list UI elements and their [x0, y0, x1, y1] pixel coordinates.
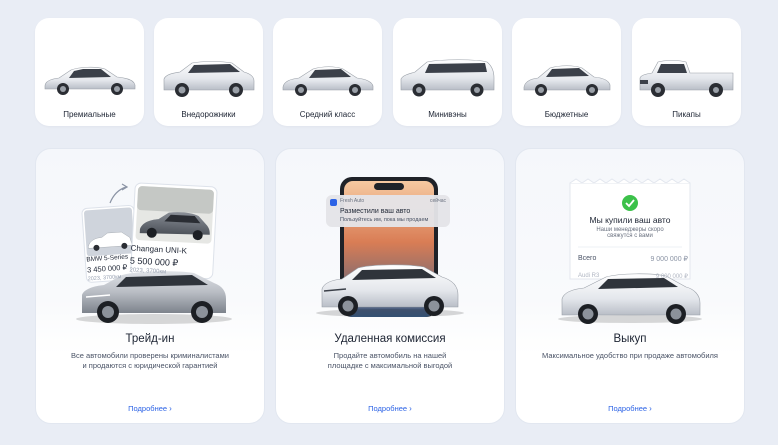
notification-time: сейчас: [430, 198, 446, 204]
pickup-truck-icon: [639, 60, 734, 97]
category-minivan[interactable]: Минивэны: [393, 18, 502, 126]
description-line: и продаются с юридической гарантией: [82, 361, 218, 370]
description-line: Максимальное удобство при продаже автомо…: [542, 351, 718, 360]
receipt: Мы купили ваш авто Наши менеджеры скоро …: [570, 215, 690, 239]
receipt-item-row: Audi R3 9 000 000 ₽: [578, 273, 688, 280]
category-label: Внедорожники: [181, 110, 236, 119]
category-label: Бюджетные: [544, 110, 589, 119]
service-card-remote-commission[interactable]: Fresh Auto сейчас Разместили ваш авто По…: [275, 148, 505, 424]
category-pickup[interactable]: Пикапы: [632, 18, 741, 126]
suv-car-icon: [163, 61, 255, 97]
receipt-subtitle: свяжутся с вами: [607, 233, 653, 239]
service-description: Все автомобили проверены криминалистами …: [56, 351, 244, 371]
category-midsize[interactable]: Средний класс: [273, 18, 382, 126]
category-premium[interactable]: Премиальные: [35, 18, 144, 126]
category-grid: Премиальные Внедорожники Средний класс М…: [35, 18, 741, 126]
category-label: Пикапы: [672, 110, 701, 119]
more-link-label: Подробнее: [128, 404, 168, 413]
notification-title: Разместили ваш авто: [340, 208, 411, 215]
notification-app: Fresh Auto: [340, 198, 365, 204]
chevron-right-icon: ›: [649, 404, 652, 413]
hero-car-white-suv: [316, 264, 464, 317]
more-link[interactable]: Подробнее ›: [516, 404, 744, 413]
receipt-total-value: 9 000 000 ₽: [650, 256, 688, 263]
listing-card-back-text: BMW 5-Series 3 450 000 ₽ 2023, 3700км: [86, 254, 130, 283]
listing-card-front-text: Changan UNI-K 5 500 000 ₽ 2023, 3700км: [129, 244, 187, 277]
receipt-item-value: 9 000 000 ₽: [655, 274, 688, 280]
hero-car-white-crossover: [558, 273, 702, 324]
check-circle-icon: [622, 195, 638, 211]
more-link[interactable]: Подробнее ›: [276, 404, 504, 413]
description-line: площадке с максимальной выгодой: [327, 361, 453, 370]
service-card-trade-in[interactable]: BMW 5-Series 3 450 000 ₽ 2023, 3700км Ch…: [35, 148, 265, 424]
more-link-label: Подробнее: [368, 404, 408, 413]
remote-commission-illustration: [316, 177, 464, 317]
notification[interactable]: Fresh Auto сейчас Разместили ваш авто По…: [340, 198, 456, 223]
midsize-sedan-icon: [282, 66, 374, 96]
category-suv[interactable]: Внедорожники: [154, 18, 263, 126]
service-title: Трейд-ин: [125, 333, 175, 345]
service-title: Удаленная комиссия: [334, 333, 446, 345]
description-line: Продайте автомобиль на нашей: [333, 351, 447, 360]
budget-sedan-icon: [523, 65, 611, 96]
category-label: Средний класс: [299, 110, 356, 119]
listing-price: 3 450 000 ₽: [86, 262, 128, 275]
category-label: Минивэны: [428, 110, 467, 119]
more-link-label: Подробнее: [608, 404, 648, 413]
chevron-right-icon: ›: [169, 404, 172, 413]
category-budget[interactable]: Бюджетные: [512, 18, 621, 126]
sedan-car-icon: [44, 66, 136, 95]
service-card-buyout[interactable]: Мы купили ваш авто Наши менеджеры скоро …: [515, 148, 745, 424]
chevron-right-icon: ›: [409, 404, 412, 413]
more-link[interactable]: Подробнее ›: [36, 404, 264, 413]
service-title: Выкуп: [613, 333, 647, 345]
listing-name: Changan UNI-K: [130, 243, 188, 256]
buyout-illustration: [558, 178, 702, 324]
notification-body: Пользуйтесь им, пока мы продаем: [340, 217, 429, 223]
service-description: Максимальное удобство при продаже автомо…: [536, 351, 724, 361]
receipt-total-row: Всего 9 000 000 ₽: [578, 255, 688, 263]
minivan-icon: [400, 59, 495, 97]
receipt-title: Мы купили ваш авто: [589, 215, 671, 225]
receipt-total-label: Всего: [578, 255, 597, 262]
receipt-item-label: Audi R3: [578, 273, 600, 279]
category-label: Премиальные: [63, 110, 116, 119]
description-line: Все автомобили проверены криминалистами: [71, 351, 229, 360]
service-description: Продайте автомобиль на нашей площадке с …: [296, 351, 484, 371]
trade-in-illustration: [76, 182, 232, 324]
